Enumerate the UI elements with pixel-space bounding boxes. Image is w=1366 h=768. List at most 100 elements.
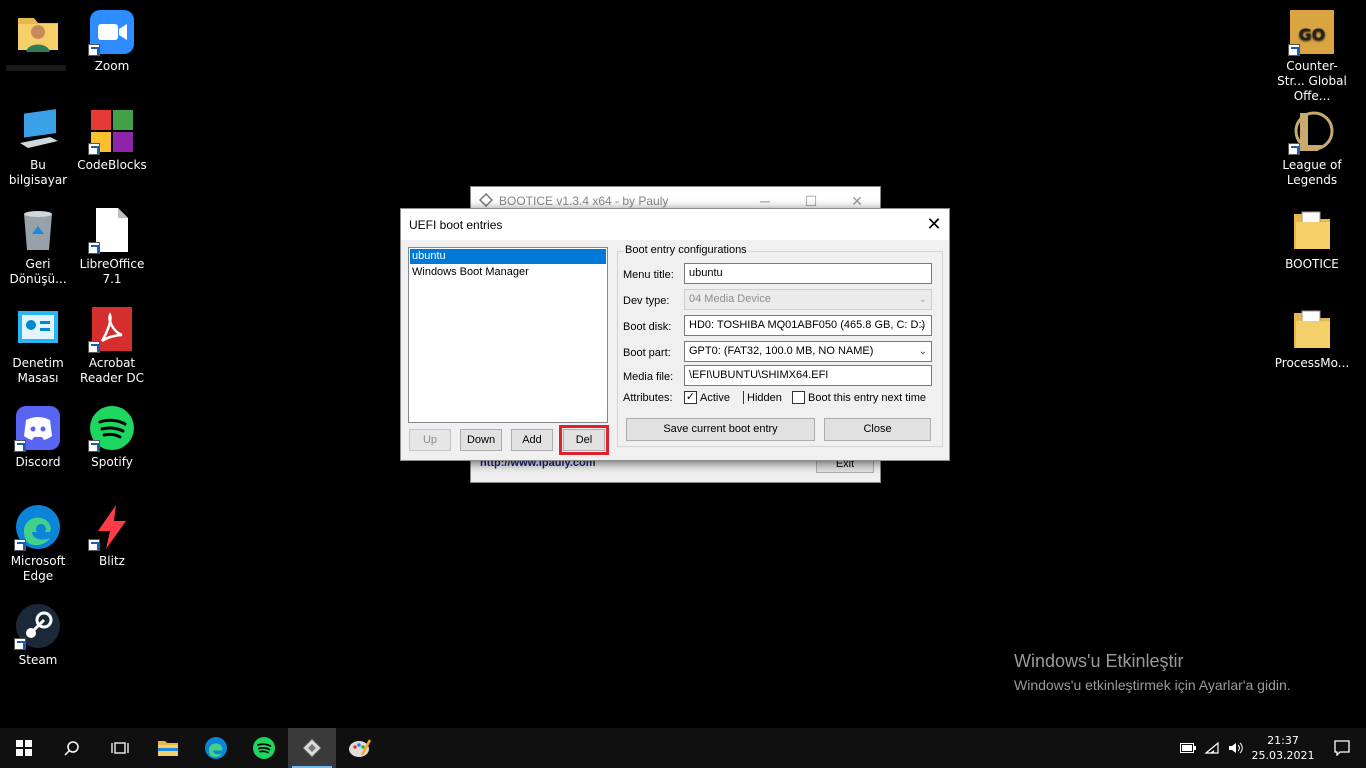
desktop-icon-steam[interactable]: Steam xyxy=(0,602,76,668)
active-label: Active xyxy=(700,391,730,404)
dialog-titlebar[interactable]: UEFI boot entries ✕ xyxy=(401,209,949,240)
boot-part-label: Boot part: xyxy=(623,347,671,359)
desktop-icon-recycle-bin[interactable]: Geri Dönüşü... xyxy=(0,206,76,287)
checkmark-icon: ✓ xyxy=(684,391,697,404)
desktop-icon-label: BOOTICE xyxy=(1285,257,1339,271)
desktop-icon-label: Steam xyxy=(18,653,58,667)
boot-disk-label: Boot disk: xyxy=(623,321,672,333)
shortcut-arrow-icon xyxy=(14,539,26,551)
chevron-down-icon: ⌄ xyxy=(918,320,927,331)
attributes-label: Attributes: xyxy=(623,392,673,404)
clock-date: 25.03.2021 xyxy=(1251,749,1315,762)
spotify-icon xyxy=(88,404,136,452)
del-button[interactable]: Del xyxy=(559,425,609,455)
desktop-icon-libreoffice[interactable]: LibreOffice 7.1 xyxy=(74,206,150,287)
up-button[interactable]: Up xyxy=(409,429,451,451)
bootice-window-title: BOOTICE v1.3.4 x64 - by Pauly xyxy=(499,194,669,208)
start-button[interactable] xyxy=(0,728,48,768)
clock-time: 21:37 xyxy=(1267,734,1299,747)
boot-part-value: GPT0: (FAT32, 100.0 MB, NO NAME) xyxy=(689,345,874,357)
media-file-input[interactable]: \EFI\UBUNTU\SHIMX64.EFI xyxy=(684,365,932,386)
taskbar-file-explorer[interactable] xyxy=(144,728,192,768)
desktop-icon-label: Counter-Str... Global Offe... xyxy=(1277,59,1347,103)
steam-icon xyxy=(14,602,62,650)
boot-next-label: Boot this entry next time xyxy=(808,391,926,404)
desktop-icon-label: Spotify xyxy=(91,455,133,469)
boot-disk-select[interactable]: HD0: TOSHIBA MQ01ABF050 (465.8 GB, C: D:… xyxy=(684,315,932,336)
desktop-icon-zoom[interactable]: Zoom xyxy=(74,8,150,74)
menu-title-label: Menu title: xyxy=(623,269,674,281)
taskbar-clock[interactable]: 21:37 25.03.2021 xyxy=(1248,733,1318,763)
checkbox-box xyxy=(792,391,805,404)
taskbar-bootice[interactable] xyxy=(288,728,336,768)
minimize-icon[interactable]: ─ xyxy=(742,193,788,210)
notification-icon xyxy=(1334,740,1350,756)
shortcut-arrow-icon xyxy=(1288,143,1300,155)
desktop-icon-processmo-folder[interactable]: ProcessMo... xyxy=(1274,305,1350,371)
shortcut-arrow-icon xyxy=(1288,44,1300,56)
dialog-title: UEFI boot entries xyxy=(409,217,503,232)
dialog-close-icon[interactable]: ✕ xyxy=(919,214,949,235)
edge-icon xyxy=(205,737,227,759)
search-button[interactable] xyxy=(48,728,96,768)
task-view-button[interactable] xyxy=(96,728,144,768)
volume-icon[interactable] xyxy=(1224,728,1248,768)
menu-title-input[interactable]: ubuntu xyxy=(684,263,932,284)
desktop-icon-codeblocks[interactable]: CodeBlocks xyxy=(74,107,150,173)
svg-text:GO: GO xyxy=(1299,25,1326,44)
acrobat-icon xyxy=(88,305,136,353)
wifi-icon[interactable] xyxy=(1200,728,1224,768)
desktop-icon-csgo[interactable]: GO Counter-Str... Global Offe... xyxy=(1274,8,1350,104)
desktop-icon-label: Microsoft Edge xyxy=(10,554,66,583)
desktop-icon-label: Acrobat Reader DC xyxy=(80,356,144,385)
list-item[interactable]: ubuntu xyxy=(410,249,606,264)
search-icon xyxy=(64,741,79,756)
dev-type-select[interactable]: 04 Media Device ⌄ xyxy=(684,289,932,310)
list-item[interactable]: Windows Boot Manager xyxy=(410,265,606,280)
boot-entries-list[interactable]: ubuntu Windows Boot Manager xyxy=(408,247,608,423)
shortcut-arrow-icon xyxy=(88,440,100,452)
group-label: Boot entry configurations xyxy=(624,244,748,256)
save-boot-entry-button[interactable]: Save current boot entry xyxy=(626,418,815,441)
zoom-icon xyxy=(88,8,136,56)
chevron-down-icon: ⌄ xyxy=(918,294,927,305)
desktop-icon-control-panel[interactable]: Denetim Masası xyxy=(0,305,76,386)
desktop-icon-bootice-folder[interactable]: BOOTICE xyxy=(1274,206,1350,272)
desktop-icon-user-folder[interactable] xyxy=(0,8,76,59)
desktop-icon-league[interactable]: League of Legends xyxy=(1274,107,1350,188)
discord-icon xyxy=(14,404,62,452)
desktop-icon-computer[interactable]: Bu bilgisayar xyxy=(0,107,76,188)
task-view-icon xyxy=(111,742,129,754)
desktop-icon-spotify[interactable]: Spotify xyxy=(74,404,150,470)
desktop-icon-acrobat[interactable]: Acrobat Reader DC xyxy=(74,305,150,386)
maximize-icon[interactable]: ☐ xyxy=(788,193,834,210)
spotify-icon xyxy=(253,737,275,759)
uefi-boot-entries-dialog: UEFI boot entries ✕ ubuntu Windows Boot … xyxy=(400,208,950,461)
recycle-bin-icon xyxy=(14,206,62,254)
bootice-icon xyxy=(302,738,322,758)
taskbar-spotify[interactable] xyxy=(240,728,288,768)
file-explorer-icon xyxy=(158,741,178,756)
boot-part-select[interactable]: GPT0: (FAT32, 100.0 MB, NO NAME) ⌄ xyxy=(684,341,932,362)
desktop-icon-discord[interactable]: Discord xyxy=(0,404,76,470)
desktop-icon-label: Zoom xyxy=(94,59,130,73)
close-icon[interactable]: ✕ xyxy=(834,193,880,210)
add-button[interactable]: Add xyxy=(511,429,553,451)
shortcut-arrow-icon xyxy=(88,143,100,155)
boot-disk-value: HD0: TOSHIBA MQ01ABF050 (465.8 GB, C: D:… xyxy=(689,319,926,331)
desktop-icon-blitz[interactable]: Blitz xyxy=(74,503,150,569)
battery-icon[interactable] xyxy=(1176,728,1200,768)
close-button[interactable]: Close xyxy=(824,418,931,441)
taskbar-edge[interactable] xyxy=(192,728,240,768)
activation-watermark-title: Windows'u Etkinleştir xyxy=(1014,651,1184,671)
taskbar-paint[interactable] xyxy=(336,728,384,768)
action-center-button[interactable] xyxy=(1318,728,1366,768)
shortcut-arrow-icon xyxy=(88,539,100,551)
active-checkbox[interactable]: ✓ Active xyxy=(684,391,730,404)
hidden-checkbox[interactable]: Hidden xyxy=(743,391,782,404)
taskbar: 21:37 25.03.2021 xyxy=(0,728,1366,768)
down-button[interactable]: Down xyxy=(460,429,502,451)
desktop-icon-edge[interactable]: Microsoft Edge xyxy=(0,503,76,584)
blitz-icon xyxy=(88,503,136,551)
boot-next-checkbox[interactable]: Boot this entry next time xyxy=(792,391,926,404)
